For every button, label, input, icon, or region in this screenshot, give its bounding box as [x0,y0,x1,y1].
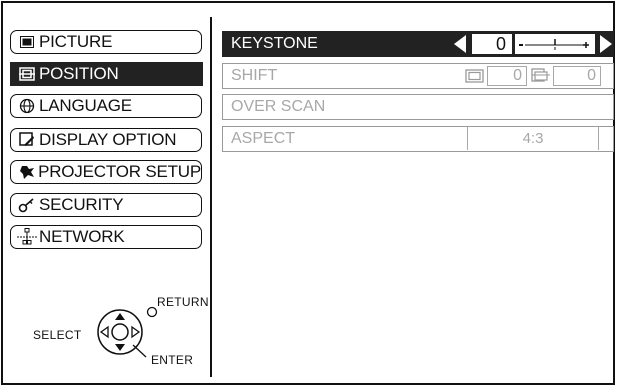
shift-label: SHIFT [231,67,278,84]
menu-item-label: SECURITY [39,195,124,214]
keystone-slider[interactable] [515,34,595,54]
menu-item-security[interactable]: SECURITY [10,193,202,217]
return-label: RETURN [157,295,209,309]
menu-item-label: POSITION [39,64,119,83]
vertical-shift-icon [531,68,550,82]
remote-control-legend: SELECT RETURN ENTER [30,290,209,370]
shift-row[interactable]: SHIFT 0 0 [222,63,614,89]
aspect-row[interactable]: ASPECT 4:3 [222,126,614,152]
enter-label: ENTER [151,353,194,367]
menu-item-picture[interactable]: PICTURE [10,30,202,54]
menu-item-position[interactable]: POSITION [10,62,203,86]
menu-item-label: PICTURE [39,32,113,51]
menu-item-projector-setup[interactable]: PROJECTOR SETUP [10,160,202,184]
aspect-value: 4:3 [467,127,599,150]
shift-horizontal-value: 0 [487,66,527,86]
menu-item-label: PROJECTOR SETUP [38,162,201,181]
menu-item-display-option[interactable]: DISPLAY OPTION [10,128,202,152]
arrow-left-icon[interactable] [453,34,467,54]
picture-icon [17,33,37,51]
network-icon [17,228,37,246]
select-label: SELECT [33,328,82,342]
over-scan-row[interactable]: OVER SCAN [222,94,614,120]
menu-item-label: LANGUAGE [39,96,132,115]
horizontal-shift-icon [465,69,484,83]
over-scan-label: OVER SCAN [231,98,326,115]
wrench-icon [17,163,36,181]
key-icon [17,196,37,214]
menu-item-network[interactable]: NETWORK [10,225,202,249]
aspect-label: ASPECT [231,130,296,147]
shift-vertical-value: 0 [553,66,601,86]
menu-item-label: NETWORK [39,227,125,246]
menu-item-label: DISPLAY OPTION [39,130,177,149]
menu-item-language[interactable]: LANGUAGE [10,94,202,118]
keystone-label: KEYSTONE [231,35,318,52]
keystone-slider-scale [519,39,589,50]
globe-icon [17,97,37,115]
arrow-right-icon[interactable] [599,34,613,54]
keystone-value: 0 [472,34,512,54]
display-option-icon [17,131,37,149]
keystone-row[interactable]: KEYSTONE 0 [222,31,614,57]
position-icon [17,65,37,83]
